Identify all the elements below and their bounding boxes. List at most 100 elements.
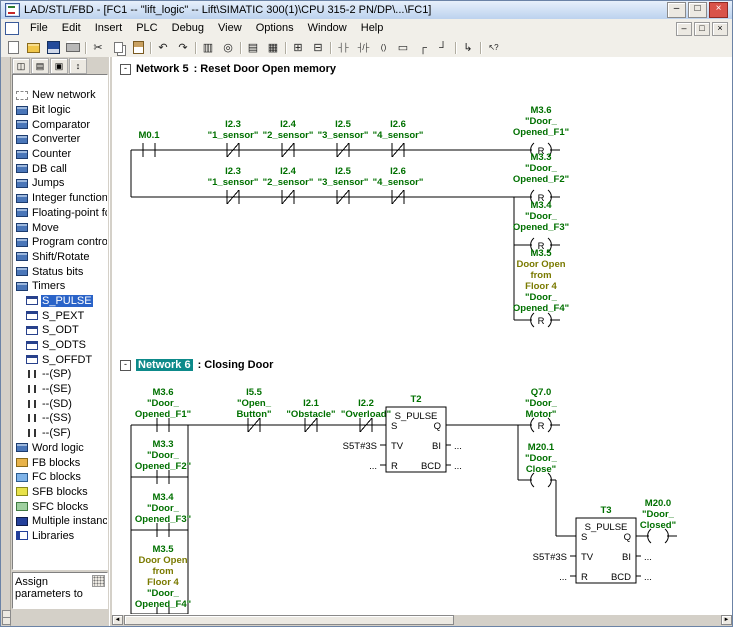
menu-item[interactable]: Options	[249, 19, 301, 38]
tree-item[interactable]: S_PEXT	[13, 308, 107, 323]
cut-icon[interactable]: ✂	[88, 39, 108, 57]
contact-m0-1[interactable]: M0.1	[138, 130, 160, 157]
tree-item[interactable]: FC blocks	[13, 470, 107, 485]
tree-item[interactable]: FB blocks	[13, 455, 107, 470]
tree-item[interactable]: --(SF)	[13, 426, 107, 441]
coil-icon[interactable]: ( )	[373, 39, 393, 57]
save-icon[interactable]	[43, 39, 63, 57]
strip-grip-bottom[interactable]	[2, 617, 11, 625]
tree-item[interactable]: Converter	[13, 132, 107, 147]
contact-nc-i2-3-r2[interactable]: I2.3 "1_sensor"	[208, 166, 259, 205]
open-branch-icon[interactable]: ┌	[413, 39, 433, 57]
redo-icon[interactable]: ↷	[173, 39, 193, 57]
insert-connector-icon[interactable]: ↳	[458, 39, 478, 57]
tree-item[interactable]: Bit logic	[13, 103, 107, 118]
reset-coil-m3-4[interactable]: R M3.4 "Door_ Opened_F3"	[513, 200, 569, 253]
contact-nc-i2-4-r1[interactable]: I2.4 "2_sensor"	[263, 119, 314, 158]
pane-detail-icon[interactable]: ▣	[50, 58, 68, 74]
close-button[interactable]: ×	[709, 2, 728, 18]
pane-split-icon[interactable]: ↕	[69, 58, 87, 74]
program-elements-icon[interactable]: ⊟	[308, 39, 328, 57]
minimize-button[interactable]: –	[667, 2, 686, 18]
view-grid-icon[interactable]: ▥	[198, 39, 218, 57]
empty-box-icon[interactable]: ▭	[393, 39, 413, 57]
tree-item[interactable]: --(SP)	[13, 367, 107, 382]
child-minimize-button[interactable]: –	[676, 21, 692, 36]
scroll-right-icon[interactable]: ►	[721, 615, 732, 625]
tree-item[interactable]: Libraries	[13, 529, 107, 544]
contact-nc-icon[interactable]: ┤/├	[353, 39, 373, 57]
tree-item[interactable]: Timers	[13, 279, 107, 294]
monitor-icon[interactable]: ◎	[218, 39, 238, 57]
tree-item[interactable]: --(SS)	[13, 411, 107, 426]
reset-coil-m3-6[interactable]: R M3.6 "Door_ Opened_F1"	[513, 105, 569, 158]
tree-item[interactable]: DB call	[13, 161, 107, 176]
reset-coil-m3-5[interactable]: R M3.5 Door Open from Floor 4 "Door_ Ope…	[513, 248, 569, 328]
child-close-button[interactable]: ×	[712, 21, 728, 36]
contact-nc-i2-4-r2[interactable]: I2.4 "2_sensor"	[263, 166, 314, 205]
paste-icon[interactable]	[128, 39, 148, 57]
tree-item[interactable]: S_PULSE	[13, 294, 107, 309]
contact-nc-i2-2[interactable]: I2.2 "Overload"	[341, 398, 391, 433]
symbol-display-icon[interactable]: ▤	[243, 39, 263, 57]
copy-icon[interactable]	[108, 39, 128, 57]
contact-nc-i2-6-r1[interactable]: I2.6 "4_sensor"	[373, 119, 424, 158]
tree-item[interactable]: Program control	[13, 235, 107, 250]
tree-item[interactable]: S_OFFDT	[13, 352, 107, 367]
network6-title[interactable]: Network 6	[136, 359, 193, 371]
tree-item[interactable]: Word logic	[13, 441, 107, 456]
tree-item[interactable]: S_ODT	[13, 323, 107, 338]
print-icon[interactable]	[63, 39, 83, 57]
menu-item[interactable]: File	[23, 19, 55, 38]
maximize-button[interactable]: □	[688, 2, 707, 18]
network5-title[interactable]: Network 5	[136, 63, 189, 75]
contact-nc-i2-3-r1[interactable]: I2.3 "1_sensor"	[208, 119, 259, 158]
tree-item[interactable]: Multiple instances	[13, 514, 107, 529]
tree-item[interactable]: Integer function	[13, 191, 107, 206]
tree-item[interactable]: --(SD)	[13, 396, 107, 411]
contact-nc-i2-5-r1[interactable]: I2.5 "3_sensor"	[318, 119, 369, 158]
child-window-icon[interactable]	[5, 22, 19, 35]
tree-item[interactable]: --(SE)	[13, 382, 107, 397]
collapse-network5-icon[interactable]: -	[120, 63, 131, 75]
collapse-network6-icon[interactable]: -	[120, 359, 131, 371]
reset-coil-m3-3[interactable]: R M3.3 "Door_ Opened_F2"	[513, 152, 569, 205]
tree-item[interactable]: Floating-point fct.	[13, 206, 107, 221]
menu-item[interactable]: PLC	[129, 19, 164, 38]
undo-icon[interactable]: ↶	[153, 39, 173, 57]
menu-item[interactable]: Help	[354, 19, 391, 38]
tree-item[interactable]: Jumps	[13, 176, 107, 191]
close-branch-icon[interactable]: ┘	[433, 39, 453, 57]
pane-resize-grip[interactable]	[92, 575, 105, 587]
contact-m3-5[interactable]: M3.5 Door Open from Floor 4 "Door_ Opene…	[135, 544, 191, 615]
menu-item[interactable]: Edit	[55, 19, 88, 38]
tree-item[interactable]: Shift/Rotate	[13, 250, 107, 265]
timer-block-t3[interactable]: T3 S_PULSE S TV R Q BI BCD S5T#3S ... ..…	[533, 505, 652, 584]
menu-item[interactable]: View	[211, 19, 249, 38]
scroll-left-icon[interactable]: ◄	[112, 615, 123, 625]
pane-list-icon[interactable]: ▤	[31, 58, 49, 74]
new-file-icon[interactable]	[3, 39, 23, 57]
symbol-info-icon[interactable]: ▦	[263, 39, 283, 57]
menu-item[interactable]: Insert	[88, 19, 130, 38]
tree-item[interactable]: Counter	[13, 147, 107, 162]
insert-network-icon[interactable]: ⊞	[288, 39, 308, 57]
tree-item[interactable]: Move	[13, 220, 107, 235]
scrollbar-thumb[interactable]	[124, 615, 454, 625]
tree-item[interactable]: Status bits	[13, 264, 107, 279]
contact-nc-i2-6-r2[interactable]: I2.6 "4_sensor"	[373, 166, 424, 205]
child-restore-button[interactable]: □	[694, 21, 710, 36]
tree-item[interactable]: S_ODTS	[13, 338, 107, 353]
menu-item[interactable]: Window	[301, 19, 354, 38]
tree-item[interactable]: Comparator	[13, 117, 107, 132]
open-folder-icon[interactable]	[23, 39, 43, 57]
tree-item[interactable]: New network	[13, 88, 107, 103]
tree-item[interactable]: SFB blocks	[13, 485, 107, 500]
menu-item[interactable]: Debug	[165, 19, 211, 38]
contact-nc-i2-1[interactable]: I2.1 "Obstacle"	[286, 398, 336, 433]
tree-item[interactable]: SFC blocks	[13, 499, 107, 514]
contact-no-icon[interactable]: ┤├	[333, 39, 353, 57]
horizontal-scrollbar[interactable]: ◄ ►	[112, 614, 732, 626]
pane-overview-icon[interactable]: ◫	[12, 58, 30, 74]
help-pointer-icon[interactable]: ↖?	[483, 39, 503, 57]
